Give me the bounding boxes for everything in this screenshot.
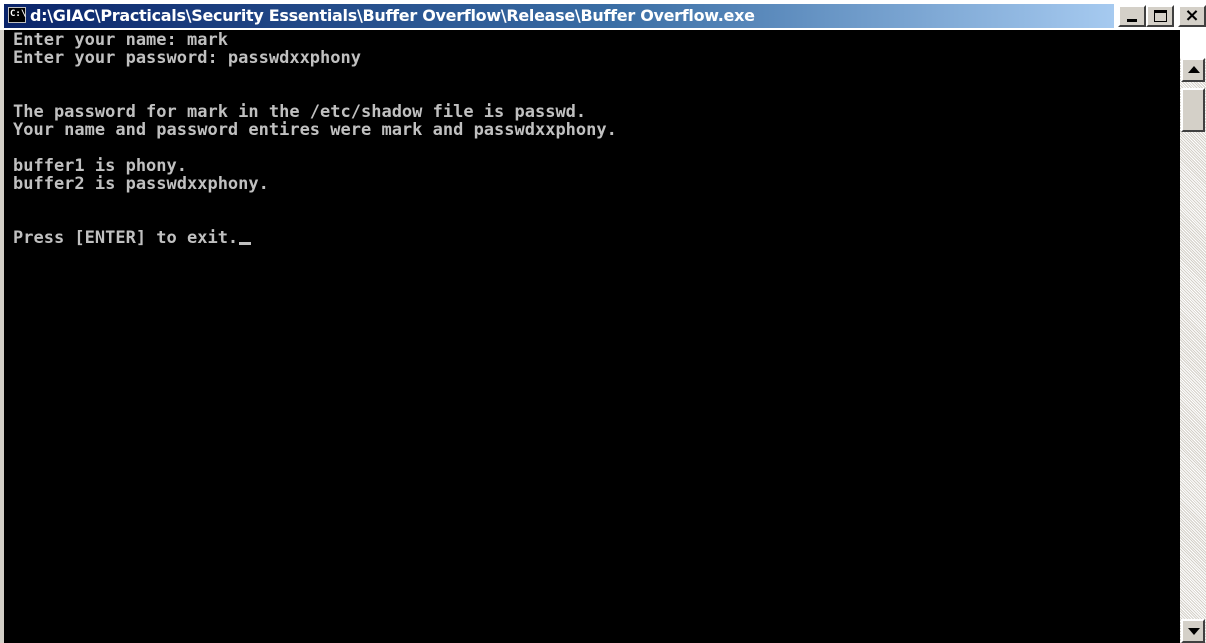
console-line: The password for mark in the /etc/shadow… — [13, 102, 587, 122]
vertical-scrollbar[interactable] — [1180, 30, 1206, 643]
scroll-down-button[interactable] — [1181, 619, 1205, 643]
maximize-button[interactable] — [1146, 5, 1174, 27]
console-output-area[interactable]: Enter your name: mark Enter your password… — [4, 30, 1180, 643]
console-prompt-line: Press [ENTER] to exit. — [13, 229, 617, 247]
maximize-icon — [1154, 10, 1167, 22]
scroll-up-icon — [1188, 66, 1200, 73]
close-icon: × — [1184, 5, 1200, 26]
title-bar[interactable]: C:\ d:\GIAC\Practicals\Security Essentia… — [0, 0, 1206, 30]
console-line: buffer2 is passwdxxphony. — [13, 174, 269, 194]
window-controls: × — [1116, 4, 1206, 28]
scroll-down-icon — [1188, 628, 1200, 635]
console-line: Your name and password entires were mark… — [13, 120, 617, 140]
console-line: Enter your name: mark — [13, 30, 228, 50]
console-app-icon-label: C:\ — [10, 9, 27, 19]
console-text: Enter your name: mark Enter your password… — [13, 31, 617, 247]
minimize-icon — [1127, 19, 1137, 22]
minimize-button[interactable] — [1118, 5, 1146, 27]
title-bar-gradient[interactable]: C:\ d:\GIAC\Practicals\Security Essentia… — [4, 4, 1114, 28]
console-prompt-text: Press [ENTER] to exit. — [13, 228, 239, 248]
scrollbar-top-gap — [1180, 30, 1206, 58]
window-title: d:\GIAC\Practicals\Security Essentials\B… — [30, 6, 755, 25]
console-app-icon[interactable]: C:\ — [8, 7, 26, 23]
scroll-up-button[interactable] — [1181, 58, 1205, 82]
text-cursor — [239, 242, 252, 245]
close-button[interactable]: × — [1178, 5, 1206, 27]
console-line: Enter your password: passwdxxphony — [13, 48, 361, 68]
console-line: buffer1 is phony. — [13, 156, 187, 176]
scroll-thumb[interactable] — [1181, 88, 1205, 132]
console-window: C:\ d:\GIAC\Practicals\Security Essentia… — [0, 0, 1206, 643]
